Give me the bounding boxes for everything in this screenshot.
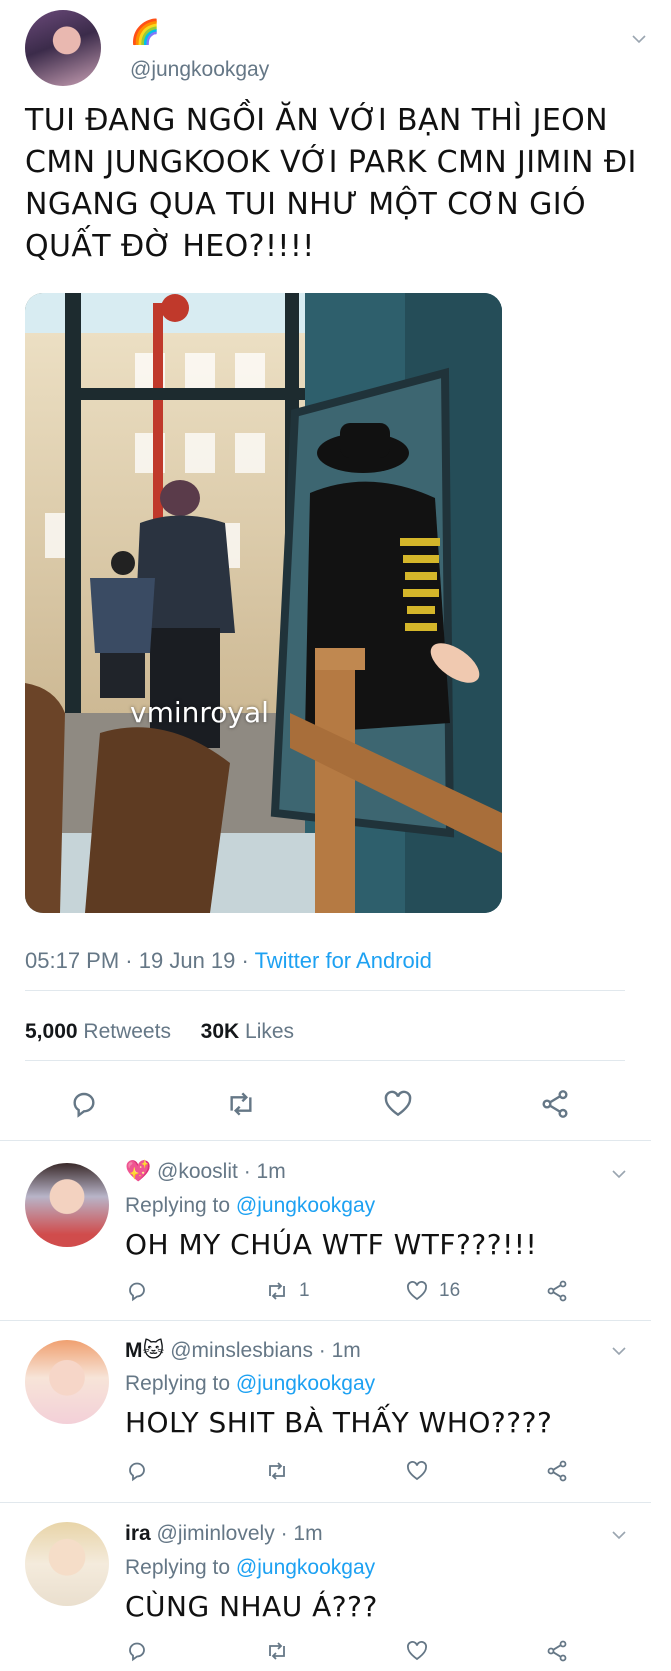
reply-header: 💖 @kooslit · 1m (125, 1160, 286, 1183)
chevron-down-icon[interactable] (630, 30, 648, 48)
reply-handle[interactable]: @kooslit (157, 1160, 238, 1183)
retweets-stat[interactable]: 5,000 Retweets (25, 1020, 171, 1043)
photo-content (25, 293, 502, 913)
reply-icon[interactable] (125, 1458, 149, 1484)
reply-text: HOLY SHIT BÀ THẤY WHO???? (125, 1406, 553, 1439)
share-icon[interactable] (545, 1638, 569, 1664)
likes-stat[interactable]: 30K Likes (201, 1020, 294, 1043)
chevron-down-icon[interactable] (610, 1165, 628, 1183)
tweet-stats: 5,000 Retweets 30K Likes (25, 1020, 294, 1044)
photo-watermark: vminroyal (130, 696, 269, 729)
reply-display-name[interactable]: M🐱 (125, 1339, 164, 1362)
reply-text: CÙNG NHAU Á??? (125, 1590, 378, 1623)
retweet-icon[interactable] (225, 1088, 257, 1120)
reply-display-name[interactable]: ira (125, 1522, 151, 1545)
reply-icon[interactable] (125, 1638, 149, 1664)
retweet-count: 1 (299, 1280, 310, 1301)
main-tweet-text: TUI ĐANG NGỒI ĂN VỚI BẠN THÌ JEON CMN JU… (25, 103, 637, 264)
divider (0, 1140, 651, 1141)
reply-avatar[interactable] (25, 1522, 109, 1606)
reply-display-name[interactable]: 💖 (125, 1160, 151, 1183)
like-icon[interactable]: 16 (405, 1278, 460, 1304)
retweet-icon[interactable] (265, 1638, 299, 1664)
main-tweet-handle[interactable]: @jungkookgay (130, 58, 269, 82)
tweet-metadata: 05:17 PM · 19 Jun 19 · Twitter for Andro… (25, 948, 432, 974)
reply-text: OH MY CHÚA WTF WTF???!!! (125, 1228, 538, 1261)
reply-handle[interactable]: @jiminlovely (157, 1522, 275, 1545)
replying-to: Replying to @jungkookgay (125, 1556, 376, 1579)
divider (25, 990, 625, 991)
share-icon[interactable] (539, 1088, 571, 1120)
reply-icon[interactable] (68, 1088, 100, 1120)
reply-avatar[interactable] (25, 1340, 109, 1424)
tweet-date: 19 Jun 19 (138, 948, 236, 973)
reply-header: M🐱 @minslesbians · 1m (125, 1339, 361, 1362)
chevron-down-icon[interactable] (610, 1526, 628, 1544)
like-count: 16 (439, 1280, 461, 1301)
like-icon[interactable] (382, 1088, 414, 1120)
reply-time: 1m (256, 1160, 286, 1183)
reply-handle[interactable]: @minslesbians (170, 1339, 313, 1362)
reply-icon[interactable] (125, 1278, 149, 1304)
replying-to-link[interactable]: @jungkookgay (236, 1372, 375, 1395)
replying-to-link[interactable]: @jungkookgay (236, 1556, 375, 1579)
main-tweet-display-name[interactable]: 🌈 (130, 18, 160, 47)
like-icon[interactable] (405, 1458, 439, 1484)
reply-time: 1m (331, 1339, 361, 1362)
like-icon[interactable] (405, 1638, 439, 1664)
replying-to: Replying to @jungkookgay (125, 1372, 376, 1395)
reply-avatar[interactable] (25, 1163, 109, 1247)
tweet-photo[interactable] (25, 293, 502, 913)
tweet-time: 05:17 PM (25, 948, 120, 973)
tweet-source-link[interactable]: Twitter for Android (255, 948, 432, 973)
divider (0, 1320, 651, 1321)
main-tweet-avatar[interactable] (25, 10, 101, 86)
replying-to: Replying to @jungkookgay (125, 1194, 376, 1217)
retweet-icon[interactable] (265, 1458, 299, 1484)
reply-header: ira @jiminlovely · 1m (125, 1522, 323, 1545)
share-icon[interactable] (545, 1458, 569, 1484)
chevron-down-icon[interactable] (610, 1342, 628, 1360)
share-icon[interactable] (545, 1278, 569, 1304)
reply-time: 1m (293, 1522, 323, 1545)
replying-to-link[interactable]: @jungkookgay (236, 1194, 375, 1217)
divider (0, 1502, 651, 1503)
retweet-icon[interactable]: 1 (265, 1278, 310, 1304)
divider (25, 1060, 625, 1061)
meta-separator: · (125, 948, 139, 973)
meta-separator: · (241, 948, 255, 973)
